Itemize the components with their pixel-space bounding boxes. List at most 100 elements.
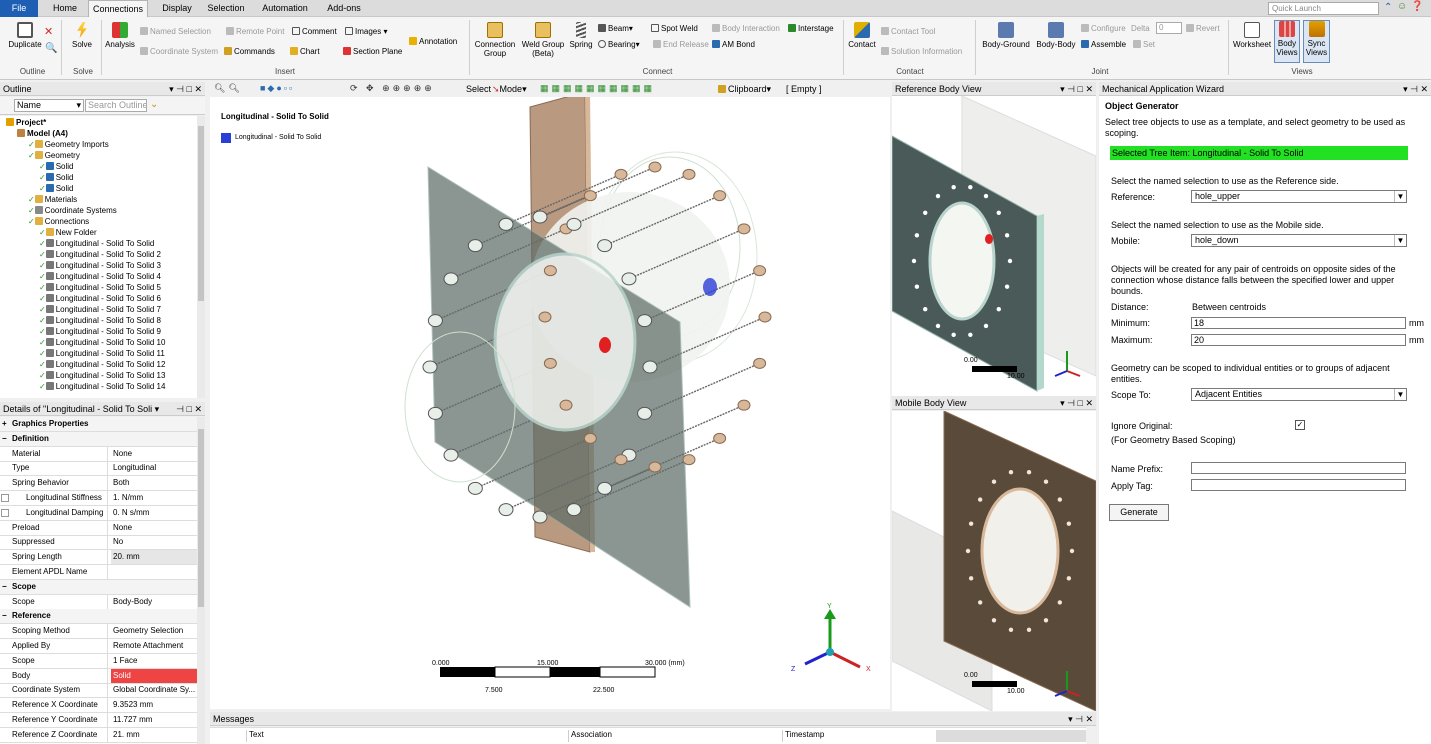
maximum-input[interactable]: 20 [1191,334,1406,346]
details-row[interactable]: Scope Body-Body [0,594,197,610]
details-value[interactable]: 1 Face [111,654,197,668]
messages-col-timestamp[interactable]: Timestamp [782,730,936,742]
parameter-checkbox[interactable] [1,508,9,517]
tab-display[interactable]: Display [155,0,199,17]
tree-item[interactable]: ✓ Connections [28,216,89,227]
select-button[interactable]: Select [466,84,491,94]
details-row[interactable]: Reference X Coordinate 9.3523 mm [0,698,197,714]
chart-button[interactable]: Chart [290,47,320,57]
panel-controls-icon[interactable]: ▾ ⊣ □ ✕ [1060,396,1093,409]
details-value[interactable]: Longitudinal [111,461,197,475]
reference-body-view[interactable]: 0.00 10.00 [892,96,1096,396]
sync-views-button[interactable]: Sync Views [1303,20,1330,63]
tree-item[interactable]: ✓ Materials [28,194,77,205]
tab-home[interactable]: Home [45,0,85,17]
delta-input[interactable]: 0 [1156,22,1182,34]
details-row[interactable]: Preload None [0,520,197,536]
tab-add-ons[interactable]: Add-ons [320,0,368,17]
tree-item[interactable]: ✓ Solid [39,172,74,183]
body-ground-button[interactable]: Body-Ground [979,22,1033,49]
analysis-button[interactable]: Analysis [104,22,136,49]
clipboard-button[interactable]: Clipboard▾ [718,84,771,95]
end-release-button[interactable]: End Release [653,40,709,50]
tree-item[interactable]: ✓ Longitudinal - Solid To Solid 4 [39,271,161,282]
details-row[interactable]: Longitudinal Damping 0. N s/mm [0,505,197,521]
name-prefix-input[interactable] [1191,462,1406,474]
details-value[interactable]: Remote Attachment [111,639,197,653]
coordinate-system-button[interactable]: Coordinate System [140,47,218,57]
tree-item[interactable]: ✓ Longitudinal - Solid To Solid 11 [39,348,165,359]
search-options-icon[interactable]: ⌄ [150,99,158,110]
section-plane-button[interactable]: Section Plane [343,47,402,57]
tree-item[interactable]: ✓ Longitudinal - Solid To Solid 8 [39,315,161,326]
details-row[interactable]: Type Longitudinal [0,461,197,477]
expand-icon[interactable]: − [2,432,7,446]
search-outline-input[interactable]: Search Outline [85,99,147,112]
details-row[interactable]: Suppressed No [0,535,197,551]
annotation-button[interactable]: Annotation [409,37,457,47]
parameter-checkbox[interactable] [1,494,9,502]
details-section-header[interactable]: − Scope [0,579,197,595]
details-row[interactable]: Element APDL Name [0,565,197,580]
collapse-ribbon-icon[interactable]: ⌃ [1384,2,1392,13]
configure-button[interactable]: Configure [1081,24,1126,34]
tab-selection[interactable]: Selection [202,0,250,17]
tree-item[interactable]: ✓ Longitudinal - Solid To Solid 7 [39,304,161,315]
tree-item[interactable]: ✓ Longitudinal - Solid To Solid 2 [39,249,161,260]
tree-item[interactable]: ✓ Longitudinal - Solid To Solid [39,238,155,249]
spot-weld-button[interactable]: Spot Weld [651,24,698,34]
details-row[interactable]: Longitudinal Stiffness 1. N/mm [0,491,197,506]
tree-item[interactable]: ✓ Geometry [28,150,80,161]
panel-controls-icon[interactable]: ▾ ⊣ □ ✕ [169,82,202,95]
messages-col-text[interactable]: Text [246,730,568,742]
contact-button[interactable]: Contact [847,22,877,49]
tree-item[interactable]: ✓ Geometry Imports [28,139,109,150]
details-value[interactable]: Both [111,476,197,490]
panel-controls-icon[interactable]: ⊣ □ ✕ [176,402,202,415]
assemble-button[interactable]: Assemble [1081,40,1126,50]
details-value[interactable]: No [111,535,197,549]
details-value[interactable]: 0. N s/mm [111,506,197,520]
tree-item[interactable]: ✓ Coordinate Systems [28,205,117,216]
tab-connections[interactable]: Connections [88,0,148,17]
details-row[interactable]: Spring Length 20. mm [0,550,197,566]
outline-scrollbar[interactable] [197,116,205,398]
spring-button[interactable]: Spring [567,22,595,49]
tree-item[interactable]: ✓ Solid [39,183,74,194]
expand-icon[interactable]: − [2,580,7,594]
details-row[interactable]: Reference Y Coordinate 11.727 mm [0,713,197,728]
details-row[interactable]: Body Solid [0,668,197,684]
images-button[interactable]: Images ▾ [345,27,387,37]
details-row[interactable]: Reference Z Coordinate 21. mm [0,727,197,743]
tree-item[interactable]: ✓ Longitudinal - Solid To Solid 14 [39,381,165,392]
beam-button[interactable]: Beam▾ [598,24,633,34]
help-icon[interactable]: ❓ [1411,1,1423,12]
messages-col-association[interactable]: Association [568,730,782,742]
bearing-button[interactable]: Bearing▾ [598,40,640,50]
panel-controls-icon[interactable]: ▾ ⊣ ✕ [1068,712,1093,725]
details-row[interactable]: Scope 1 Face [0,653,197,669]
named-selection-button[interactable]: Named Selection [140,27,211,37]
mode-button[interactable]: ➘Mode▾ [492,84,527,95]
details-value[interactable]: 20. mm [111,550,197,565]
comment-button[interactable]: Comment [292,27,337,37]
details-row[interactable]: Coordinate System Global Coordinate Sy... [0,683,197,699]
details-row[interactable]: Applied By Remote Attachment [0,639,197,654]
details-section-header[interactable]: − Definition [0,431,197,447]
find-icon[interactable]: 🔍 [45,43,57,54]
minimum-input[interactable]: 18 [1191,317,1406,329]
details-value[interactable]: Global Coordinate Sy... [111,683,197,697]
quick-launch-input[interactable]: Quick Launch [1268,2,1379,15]
contact-tool-button[interactable]: Contact Tool [881,27,935,37]
zoom-tools-icon[interactable]: 🔍︎🔍︎ [214,83,243,94]
mobile-select[interactable]: hole_down ▼ [1191,234,1407,247]
commands-button[interactable]: Commands [224,47,275,57]
solution-information-button[interactable]: Solution Information [881,47,962,57]
tab-file[interactable]: File [0,0,38,17]
body-body-button[interactable]: Body-Body [1033,22,1079,49]
tab-automation[interactable]: Automation [255,0,315,17]
selection-filter-icons[interactable]: ▦▦▦▦▦▦▦▦▦▦ [540,83,655,94]
tree-item[interactable]: ✓ Longitudinal - Solid To Solid 10 [39,337,165,348]
details-value[interactable]: 11.727 mm [111,713,197,727]
panel-controls-icon[interactable]: ▾ ⊣ □ ✕ [1060,82,1093,95]
